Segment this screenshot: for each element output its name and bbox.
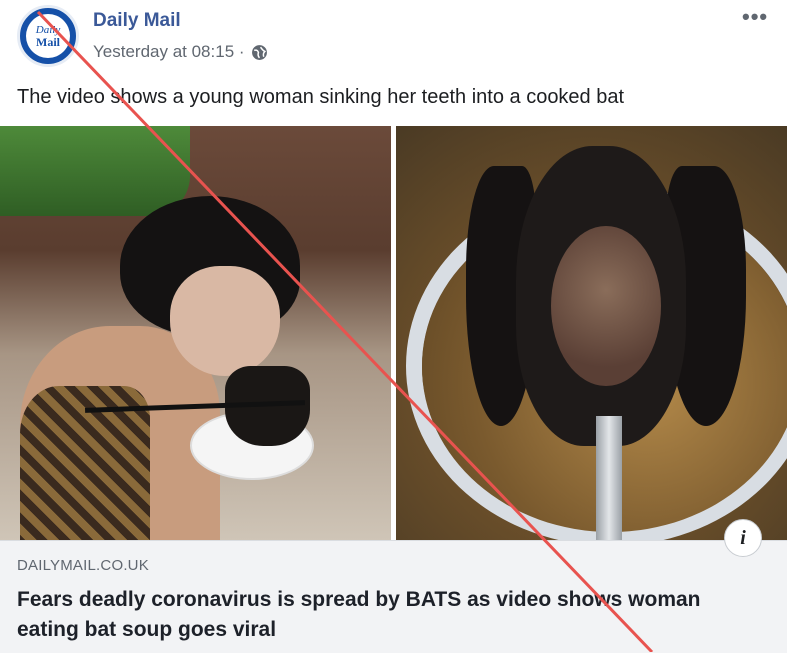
photo-bat-cavity [551, 226, 661, 386]
post-timestamp[interactable]: Yesterday at 08:15 · [93, 42, 245, 62]
link-domain: DAILYMAIL.CO.UK [17, 557, 149, 574]
post-meta: Yesterday at 08:15 · [93, 42, 268, 62]
avatar-logo-line1: Daily [35, 23, 61, 36]
globe-icon[interactable] [251, 44, 268, 61]
photo-woman-eating-bat [0, 126, 391, 540]
avatar-logo: Daily Mail [26, 14, 70, 58]
post-image[interactable] [0, 126, 800, 540]
page-avatar[interactable]: Daily Mail [17, 5, 79, 67]
avatar-logo-line2: Mail [36, 34, 60, 49]
page-name-link[interactable]: Daily Mail [93, 10, 181, 32]
link-headline[interactable]: Fears deadly coronavirus is spread by BA… [17, 585, 757, 645]
post-caption: The video shows a young woman sinking he… [17, 86, 625, 108]
link-preview[interactable]: DAILYMAIL.CO.UK Fears deadly coronavirus… [0, 540, 787, 653]
photo-woman-face [170, 266, 280, 376]
photo-ladle [596, 416, 622, 540]
more-options-icon[interactable]: ••• [742, 6, 768, 28]
photo-bat-soup [396, 126, 787, 540]
photo-plants [0, 126, 190, 216]
post-header: Daily Mail Daily Mail Yesterday at 08:15… [0, 0, 800, 80]
info-icon[interactable]: i [724, 519, 762, 557]
